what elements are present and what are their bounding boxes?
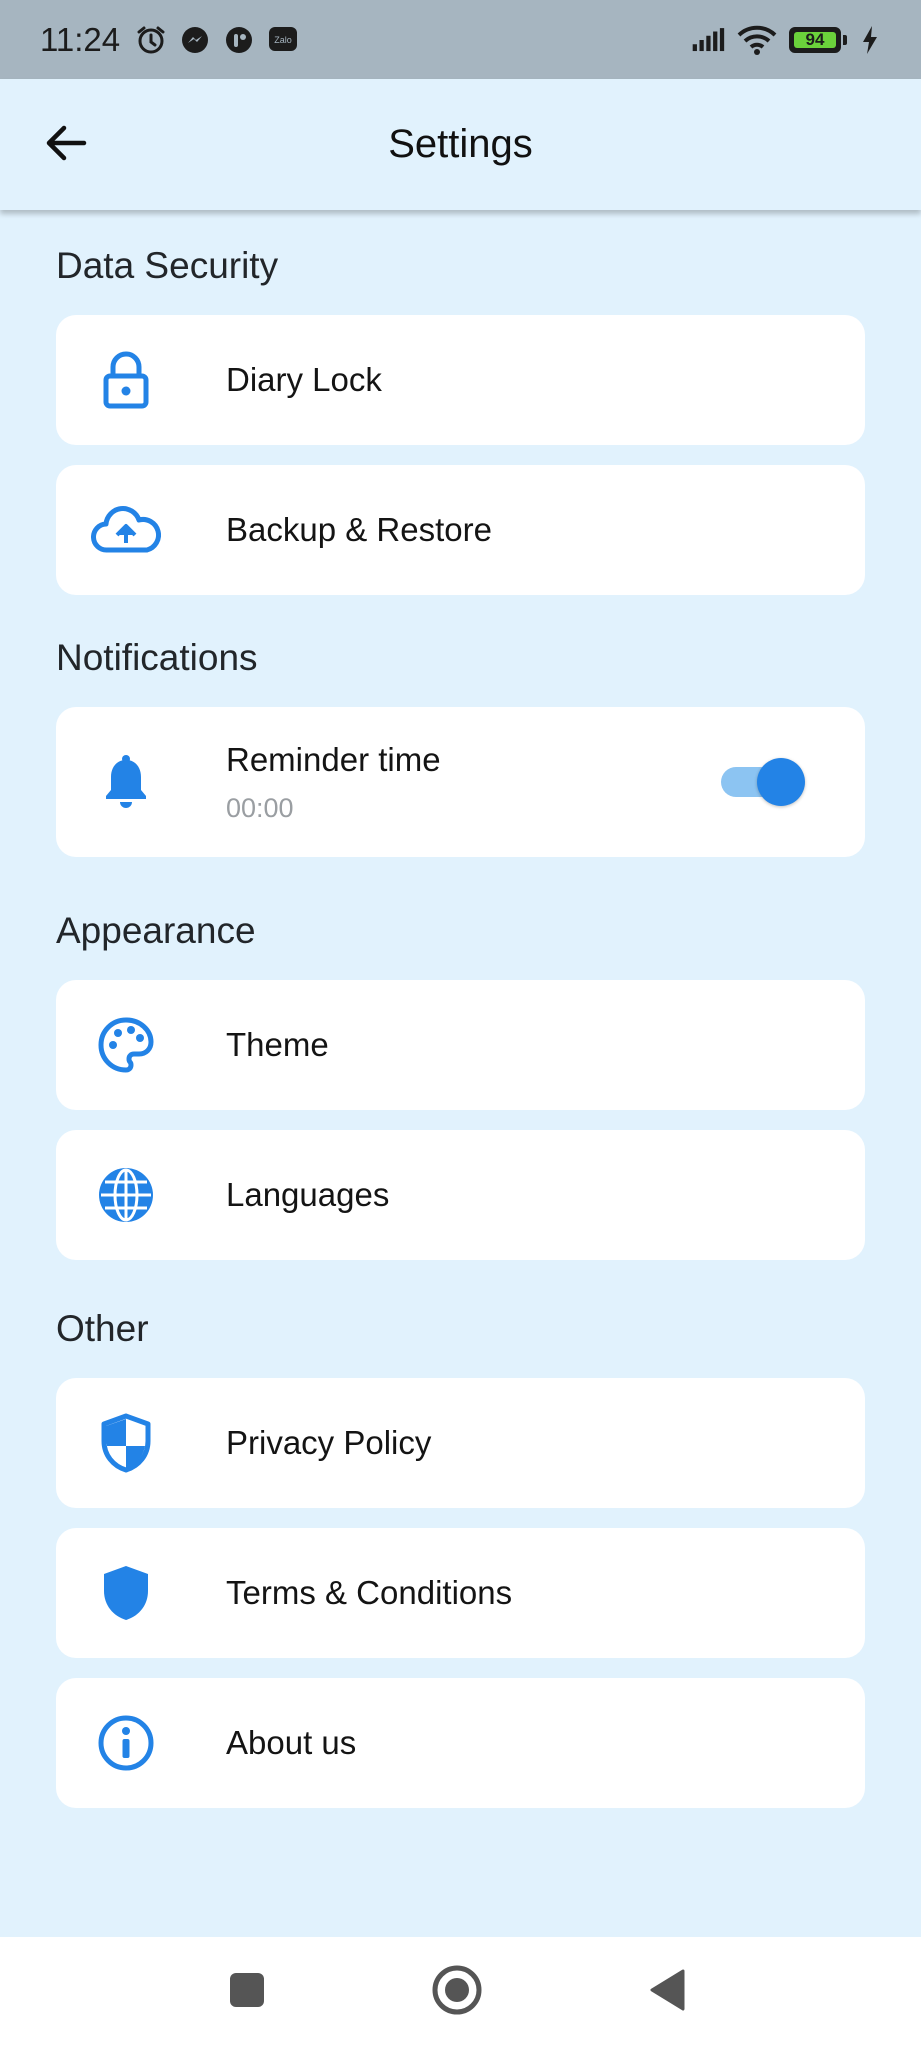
page-title: Settings (388, 122, 533, 166)
privacy-policy-item[interactable]: Privacy Policy (56, 1378, 865, 1508)
nav-back-button[interactable] (617, 1937, 717, 2048)
reminder-time-item[interactable]: Reminder time 00:00 (56, 707, 865, 857)
section-title-appearance: Appearance (56, 910, 256, 951)
wifi-icon (737, 23, 777, 57)
home-button[interactable] (407, 1937, 507, 2048)
back-button[interactable] (36, 115, 96, 175)
languages-item[interactable]: Languages (56, 1130, 865, 1260)
battery-icon: 94 (789, 26, 841, 53)
svg-text:Zalo: Zalo (274, 35, 292, 45)
diary-lock-item[interactable]: Diary Lock (56, 315, 865, 445)
arrow-left-icon (44, 123, 88, 168)
recents-button[interactable] (197, 1937, 297, 2048)
recents-icon (228, 1971, 266, 2014)
status-right: 94 (691, 23, 881, 57)
messenger-icon (178, 23, 212, 57)
status-bar: 11:24 Zalo 94 (0, 0, 921, 79)
home-icon (431, 1964, 483, 2021)
reminder-toggle[interactable] (721, 758, 805, 806)
theme-item[interactable]: Theme (56, 980, 865, 1110)
app-icon (222, 23, 256, 57)
backup-restore-item[interactable]: Backup & Restore (56, 465, 865, 595)
section-title-notifications: Notifications (56, 637, 258, 678)
shield-half-icon (91, 1408, 161, 1478)
diary-lock-label: Diary Lock (226, 361, 382, 398)
app-bar: Settings (0, 79, 921, 210)
status-left: 11:24 Zalo (40, 21, 300, 59)
section-title-other: Other (56, 1308, 149, 1349)
system-nav-bar (0, 1937, 921, 2048)
status-time: 11:24 (40, 20, 121, 58)
back-triangle-icon (647, 1968, 687, 2017)
settings-list: Data Security Diary Lock Backup & Restor… (56, 210, 865, 1828)
signal-icon (691, 23, 725, 57)
globe-icon (91, 1160, 161, 1230)
theme-label: Theme (226, 1026, 329, 1063)
terms-conditions-label: Terms & Conditions (226, 1574, 513, 1611)
reminder-time-label: Reminder time (226, 740, 441, 778)
about-us-item[interactable]: About us (56, 1678, 865, 1808)
zalo-icon: Zalo (266, 23, 300, 57)
palette-icon (91, 1010, 161, 1080)
cloud-upload-icon (91, 495, 161, 565)
info-icon (91, 1708, 161, 1778)
terms-conditions-item[interactable]: Terms & Conditions (56, 1528, 865, 1658)
bell-icon (91, 747, 161, 817)
lock-icon (91, 345, 161, 415)
privacy-policy-label: Privacy Policy (226, 1424, 432, 1461)
alarm-icon (134, 23, 168, 57)
battery-level: 94 (805, 29, 825, 49)
reminder-time-value: 00:00 (226, 792, 294, 823)
backup-restore-label: Backup & Restore (226, 511, 492, 548)
about-us-label: About us (226, 1724, 357, 1761)
section-title-data-security: Data Security (56, 245, 279, 286)
shield-icon (91, 1558, 161, 1628)
charging-icon (859, 23, 881, 57)
languages-label: Languages (226, 1176, 390, 1213)
